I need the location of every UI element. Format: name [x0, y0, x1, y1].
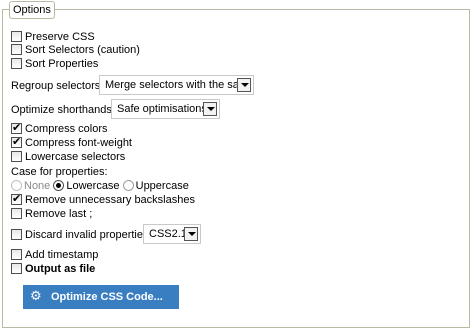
lowercase-selectors-checkbox[interactable]	[11, 151, 22, 162]
sort-selectors-option[interactable]: Sort Selectors (caution)	[11, 43, 140, 57]
remove-backslashes-label: Remove unnecessary backslashes	[25, 194, 195, 206]
discard-invalid-label: Discard invalid properties	[25, 229, 149, 241]
case-radio-group: None Lowercase Uppercase	[11, 179, 189, 193]
compress-colors-option[interactable]: Compress colors	[11, 121, 108, 136]
preserve-css-option[interactable]: Preserve CSS	[11, 30, 95, 44]
regroup-selectors-value: Merge selectors with the san	[105, 79, 237, 91]
preserve-css-checkbox[interactable]	[11, 31, 22, 42]
case-none-label: None	[24, 180, 51, 192]
output-as-file-label: Output as file	[25, 263, 96, 275]
gear-icon: ⚙	[30, 289, 42, 304]
remove-last-label: Remove last ;	[25, 208, 93, 220]
compress-font-weight-label: Compress font-weight	[25, 137, 132, 149]
chevron-down-icon[interactable]	[203, 102, 217, 116]
sort-properties-label: Sort Properties	[25, 58, 99, 70]
compress-colors-label: Compress colors	[25, 123, 108, 135]
case-for-properties-label: Case for properties:	[11, 166, 108, 178]
case-lowercase-label: Lowercase	[66, 180, 120, 192]
case-lowercase-radio[interactable]	[53, 180, 65, 191]
css-level-select[interactable]: CSS2.1	[143, 224, 201, 244]
lowercase-selectors-label: Lowercase selectors	[25, 151, 126, 163]
remove-backslashes-checkbox[interactable]	[11, 192, 22, 206]
output-as-file-option[interactable]: Output as file	[11, 262, 95, 276]
lowercase-selectors-option[interactable]: Lowercase selectors	[11, 150, 125, 164]
sort-properties-option[interactable]: Sort Properties	[11, 57, 98, 71]
remove-last-option[interactable]: Remove last ;	[11, 207, 92, 221]
sort-selectors-label: Sort Selectors (caution)	[25, 44, 140, 56]
add-timestamp-checkbox[interactable]	[11, 249, 22, 260]
chevron-down-icon[interactable]	[237, 78, 251, 92]
add-timestamp-label: Add timestamp	[25, 249, 99, 261]
regroup-selectors-select[interactable]: Merge selectors with the san	[99, 75, 254, 95]
add-timestamp-option[interactable]: Add timestamp	[11, 248, 98, 262]
case-none-radio[interactable]	[11, 180, 22, 191]
optimize-shorthands-value: Safe optimisations	[117, 103, 207, 115]
compress-font-weight-checkbox[interactable]	[11, 135, 22, 149]
sort-properties-checkbox[interactable]	[11, 58, 22, 69]
optimize-shorthands-select[interactable]: Safe optimisations	[111, 99, 220, 119]
discard-invalid-checkbox[interactable]	[11, 229, 22, 240]
css-level-value: CSS2.1	[149, 228, 187, 240]
case-uppercase-radio[interactable]	[122, 180, 134, 191]
sort-selectors-checkbox[interactable]	[11, 44, 22, 55]
discard-invalid-option[interactable]: Discard invalid properties	[11, 228, 149, 242]
remove-backslashes-option[interactable]: Remove unnecessary backslashes	[11, 192, 195, 207]
preserve-css-label: Preserve CSS	[25, 31, 95, 43]
optimize-css-button-label: Optimize CSS Code...	[51, 291, 163, 303]
optimize-css-button[interactable]: ⚙ Optimize CSS Code...	[23, 285, 179, 309]
regroup-selectors-label: Regroup selectors	[11, 80, 101, 92]
chevron-down-icon[interactable]	[184, 227, 198, 241]
remove-last-checkbox[interactable]	[11, 208, 22, 219]
options-legend: Options	[9, 1, 55, 19]
compress-font-weight-option[interactable]: Compress font-weight	[11, 135, 132, 150]
output-as-file-checkbox[interactable]	[11, 263, 22, 274]
compress-colors-checkbox[interactable]	[11, 121, 22, 135]
case-uppercase-label: Uppercase	[135, 180, 189, 192]
optimize-shorthands-label: Optimize shorthands	[11, 104, 112, 116]
